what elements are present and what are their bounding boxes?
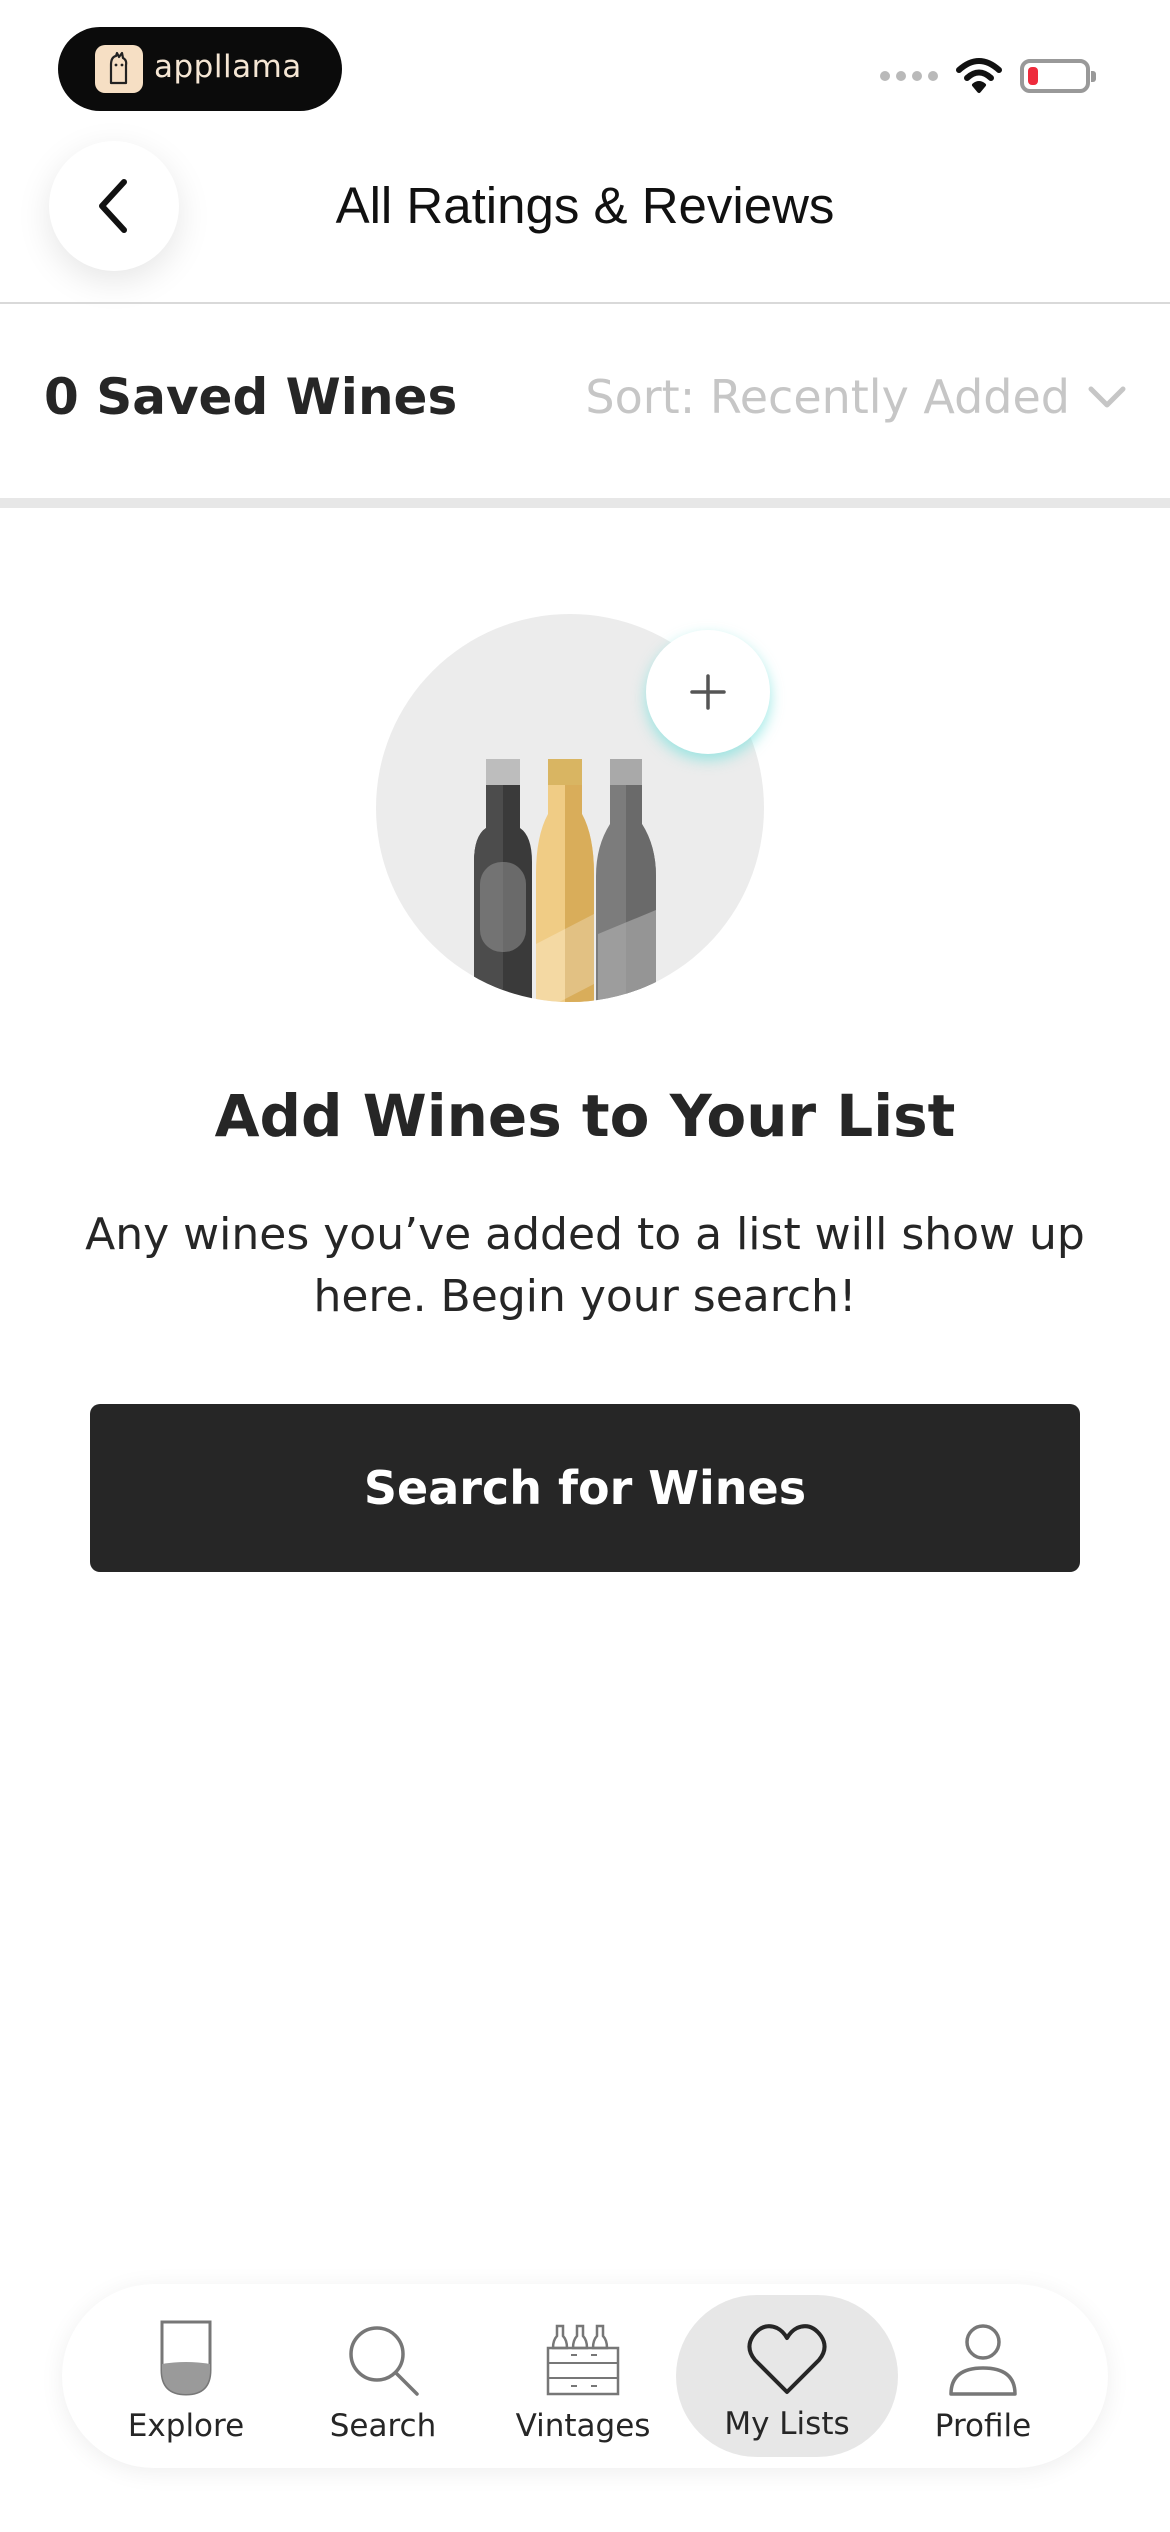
saved-wines-count: 0 Saved Wines [44, 368, 458, 426]
nav-label-vintages: Vintages [515, 2408, 651, 2444]
chevron-down-icon [1088, 386, 1126, 408]
empty-state-title: Add Wines to Your List [214, 1082, 956, 1150]
heart-icon [747, 2324, 827, 2394]
page-title: All Ratings & Reviews [335, 177, 835, 234]
nav-item-vintages[interactable]: Vintages [483, 2284, 683, 2468]
app-badge: appllama [58, 27, 342, 111]
wine-crate-icon [546, 2324, 620, 2396]
person-icon [949, 2324, 1017, 2396]
wine-glass-icon [160, 2320, 212, 2396]
nav-label-search: Search [329, 2408, 437, 2444]
bottom-nav: Explore Search Vintages My Lists Profile [62, 2284, 1108, 2468]
wifi-icon [956, 58, 1002, 93]
nav-label-my-lists: My Lists [724, 2406, 850, 2442]
nav-item-my-lists[interactable]: My Lists [687, 2284, 887, 2468]
magnifier-icon [349, 2326, 419, 2396]
battery-icon [1020, 59, 1096, 93]
nav-label-explore: Explore [127, 2408, 245, 2444]
nav-item-explore[interactable]: Explore [86, 2284, 286, 2468]
section-divider [0, 498, 1170, 508]
list-summary-row: 0 Saved Wines Sort: Recently Added [0, 304, 1170, 500]
nav-item-search[interactable]: Search [283, 2284, 483, 2468]
signal-dots-icon [880, 71, 938, 81]
nav-label-profile: Profile [934, 2408, 1032, 2444]
add-wine-badge [646, 630, 770, 754]
empty-state-description: Any wines you’ve added to a list will sh… [85, 1209, 1085, 1322]
sort-dropdown[interactable]: Sort: Recently Added [585, 370, 1126, 424]
nav-item-profile[interactable]: Profile [883, 2284, 1083, 2468]
plus-icon [690, 674, 726, 710]
app-badge-text: appllama [154, 49, 302, 85]
status-indicators [880, 56, 1096, 96]
sort-label: Sort: Recently Added [585, 370, 1070, 424]
llama-logo-icon [95, 45, 143, 93]
search-for-wines-button[interactable]: Search for Wines [90, 1404, 1080, 1572]
